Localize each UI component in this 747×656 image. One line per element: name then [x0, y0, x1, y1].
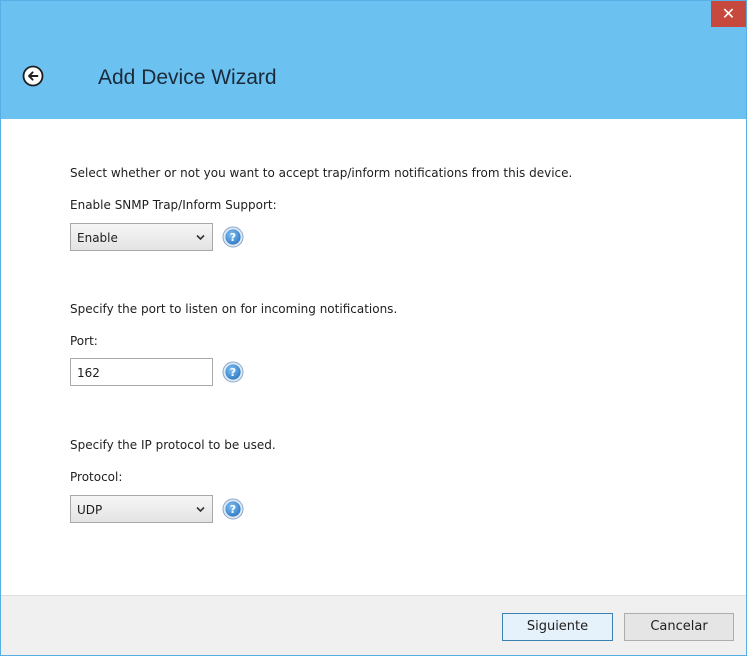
question-icon: ?: [222, 226, 244, 248]
svg-text:?: ?: [230, 231, 236, 244]
back-button[interactable]: [22, 65, 44, 87]
question-icon: ?: [222, 361, 244, 383]
question-icon: ?: [222, 498, 244, 520]
protocol-label: Protocol:: [70, 470, 123, 484]
port-label: Port:: [70, 334, 98, 348]
trap-instruction: Select whether or not you want to accept…: [70, 166, 573, 180]
wizard-content: Select whether or not you want to accept…: [1, 119, 746, 595]
wizard-footer: Siguiente Cancelar: [1, 595, 746, 655]
trap-help-icon[interactable]: ?: [222, 226, 244, 248]
chevron-down-icon: [196, 234, 205, 241]
cancel-button[interactable]: Cancelar: [624, 613, 734, 641]
close-button[interactable]: ✕: [711, 1, 746, 27]
back-arrow-icon: [22, 65, 44, 87]
protocol-dropdown[interactable]: UDP: [70, 495, 213, 523]
title-bar: ✕ Add Device Wizard: [1, 1, 746, 119]
wizard-window: ✕ Add Device Wizard Select whether or no…: [0, 0, 747, 656]
next-button[interactable]: Siguiente: [502, 613, 613, 641]
port-help-icon[interactable]: ?: [222, 361, 244, 383]
port-instruction: Specify the port to listen on for incomi…: [70, 302, 398, 316]
trap-enable-value: Enable: [77, 231, 118, 245]
protocol-value: UDP: [77, 503, 103, 517]
close-icon: ✕: [721, 4, 736, 23]
protocol-help-icon[interactable]: ?: [222, 498, 244, 520]
wizard-title: Add Device Wizard: [98, 66, 277, 89]
svg-text:?: ?: [230, 366, 236, 379]
trap-enable-dropdown[interactable]: Enable: [70, 223, 213, 251]
svg-text:?: ?: [230, 503, 236, 516]
chevron-down-icon: [196, 506, 205, 513]
protocol-instruction: Specify the IP protocol to be used.: [70, 438, 276, 452]
port-value: 162: [77, 366, 100, 380]
trap-label: Enable SNMP Trap/Inform Support:: [70, 198, 277, 212]
port-input[interactable]: 162: [70, 358, 213, 386]
